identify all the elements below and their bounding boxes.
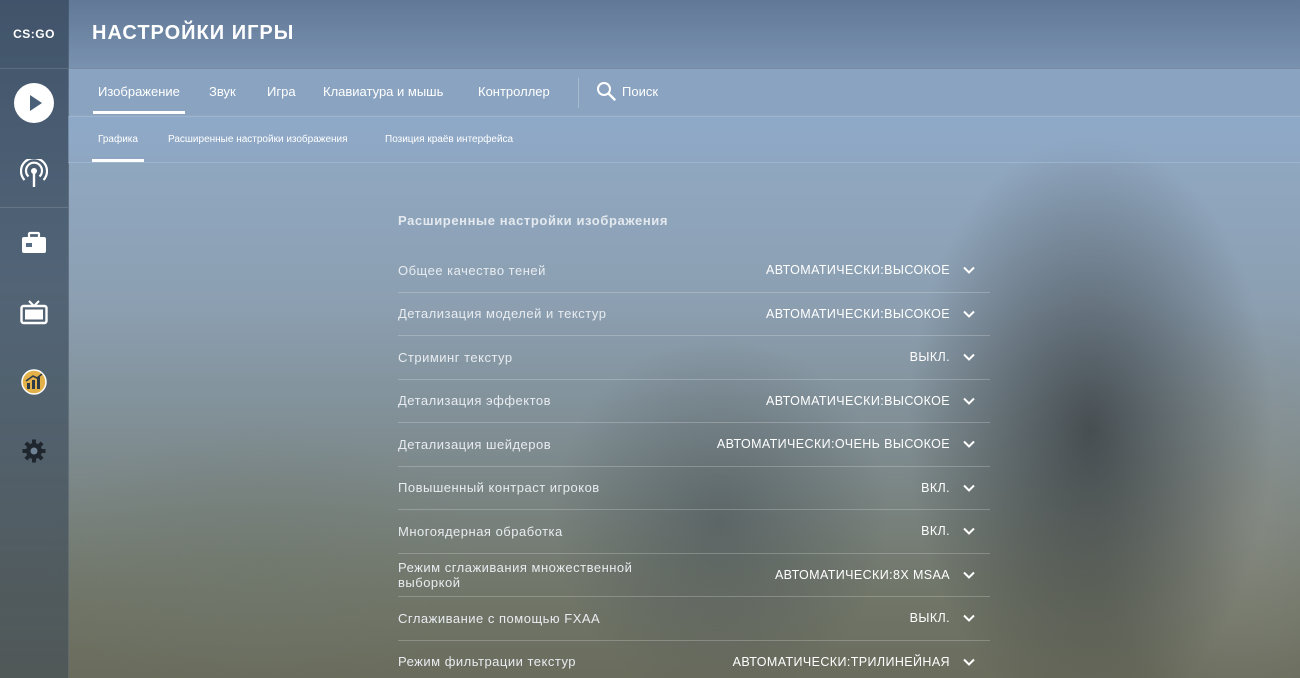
setting-row-texture-filtering[interactable]: Режим фильтрации текстур АВТОМАТИЧЕСКИ:Т… xyxy=(398,641,990,678)
setting-value[interactable]: АВТОМАТИЧЕСКИ:8X MSAA xyxy=(775,568,950,582)
setting-row-player-contrast[interactable]: Повышенный контраст игроков ВКЛ. xyxy=(398,467,990,510)
tabs-divider xyxy=(578,78,579,108)
subtab-hud-edge-positions[interactable]: Позиция краёв интерфейса xyxy=(385,134,513,145)
play-button[interactable] xyxy=(14,83,54,123)
watch-broadcast-button[interactable] xyxy=(14,154,54,194)
setting-row-multicore-rendering[interactable]: Многоядерная обработка ВКЛ. xyxy=(398,510,990,554)
stats-icon xyxy=(21,369,47,395)
tab-game[interactable]: Игра xyxy=(267,84,296,99)
setting-value[interactable]: АВТОМАТИЧЕСКИ:ОЧЕНЬ ВЫСОКОЕ xyxy=(717,437,950,451)
search-button[interactable]: Поиск xyxy=(596,81,658,101)
chevron-down-icon[interactable] xyxy=(962,611,976,625)
subtab-advanced-video[interactable]: Расширенные настройки изображения xyxy=(168,134,348,145)
setting-value[interactable]: ВКЛ. xyxy=(921,481,950,495)
setting-label: Режим сглаживания множественной выборкой xyxy=(398,559,633,590)
setting-row-shader-detail[interactable]: Детализация шейдеров АВТОМАТИЧЕСКИ:ОЧЕНЬ… xyxy=(398,423,990,467)
csgo-logo[interactable]: CS:GO xyxy=(0,0,68,69)
setting-value[interactable]: АВТОМАТИЧЕСКИ:ВЫСОКОЕ xyxy=(766,263,950,277)
setting-row-texture-streaming[interactable]: Стриминг текстур ВЫКЛ. xyxy=(398,336,990,380)
sidebar: CS:GO xyxy=(0,0,69,678)
tab-keyboard-mouse[interactable]: Клавиатура и мышь xyxy=(323,84,443,99)
search-label: Поиск xyxy=(622,83,659,99)
setting-label: Общее качество теней xyxy=(398,262,546,278)
chevron-down-icon[interactable] xyxy=(962,307,976,321)
setting-label: Детализация шейдеров xyxy=(398,436,552,452)
setting-row-msaa-mode[interactable]: Режим сглаживания множественной выборкой… xyxy=(398,554,990,597)
settings-tabs: Изображение Звук Игра Клавиатура и мышь … xyxy=(68,69,1300,115)
gear-icon xyxy=(22,439,46,463)
tab-controller[interactable]: Контроллер xyxy=(478,84,550,99)
settings-list: Общее качество теней АВТОМАТИЧЕСКИ:ВЫСОК… xyxy=(398,249,990,678)
play-icon xyxy=(14,83,54,123)
settings-subtabs: Графика Расширенные настройки изображени… xyxy=(68,116,1300,163)
chevron-down-icon[interactable] xyxy=(962,524,976,538)
setting-row-fxaa[interactable]: Сглаживание с помощью FXAA ВЫКЛ. xyxy=(398,597,990,641)
search-icon xyxy=(597,82,616,101)
setting-label: Сглаживание с помощью FXAA xyxy=(398,610,601,626)
setting-row-model-texture-detail[interactable]: Детализация моделей и текстур АВТОМАТИЧЕ… xyxy=(398,293,990,336)
setting-row-effect-detail[interactable]: Детализация эффектов АВТОМАТИЧЕСКИ:ВЫСОК… xyxy=(398,380,990,423)
setting-value[interactable]: АВТОМАТИЧЕСКИ:ВЫСОКОЕ xyxy=(766,307,950,321)
inventory-icon xyxy=(22,231,46,253)
setting-row-shadow-quality[interactable]: Общее качество теней АВТОМАТИЧЕСКИ:ВЫСОК… xyxy=(398,249,990,293)
setting-value[interactable]: ВЫКЛ. xyxy=(910,350,950,364)
setting-label: Многоядерная обработка xyxy=(398,523,563,539)
section-title: Расширенные настройки изображения xyxy=(398,213,669,228)
setting-label: Детализация моделей и текстур xyxy=(398,306,607,322)
setting-value[interactable]: ВКЛ. xyxy=(921,524,950,538)
chevron-down-icon[interactable] xyxy=(962,655,976,669)
inventory-button[interactable] xyxy=(14,223,54,263)
sidebar-divider xyxy=(0,207,68,208)
chevron-down-icon[interactable] xyxy=(962,481,976,495)
tab-image[interactable]: Изображение xyxy=(93,84,185,114)
setting-value[interactable]: АВТОМАТИЧЕСКИ:ТРИЛИНЕЙНАЯ xyxy=(733,655,950,669)
chevron-down-icon[interactable] xyxy=(962,263,976,277)
watch-button[interactable] xyxy=(14,293,54,333)
stats-button[interactable] xyxy=(14,362,54,402)
broadcast-icon xyxy=(20,159,48,187)
chevron-down-icon[interactable] xyxy=(962,394,976,408)
chevron-down-icon[interactable] xyxy=(962,350,976,364)
tab-sound[interactable]: Звук xyxy=(209,84,236,99)
logo-text: CS:GO xyxy=(13,27,55,41)
setting-label: Детализация эффектов xyxy=(398,393,552,409)
header: НАСТРОЙКИ ИГРЫ xyxy=(68,0,1300,69)
subtab-graphics[interactable]: Графика xyxy=(92,134,144,162)
settings-button[interactable] xyxy=(14,431,54,471)
page-title: НАСТРОЙКИ ИГРЫ xyxy=(92,22,295,44)
setting-value[interactable]: ВЫКЛ. xyxy=(910,611,950,625)
setting-label: Режим фильтрации текстур xyxy=(398,654,577,670)
tv-icon xyxy=(20,300,48,325)
chevron-down-icon[interactable] xyxy=(962,437,976,451)
chevron-down-icon[interactable] xyxy=(962,568,976,582)
setting-label: Повышенный контраст игроков xyxy=(398,480,600,496)
setting-label: Стриминг текстур xyxy=(398,349,513,365)
setting-value[interactable]: АВТОМАТИЧЕСКИ:ВЫСОКОЕ xyxy=(766,394,950,408)
